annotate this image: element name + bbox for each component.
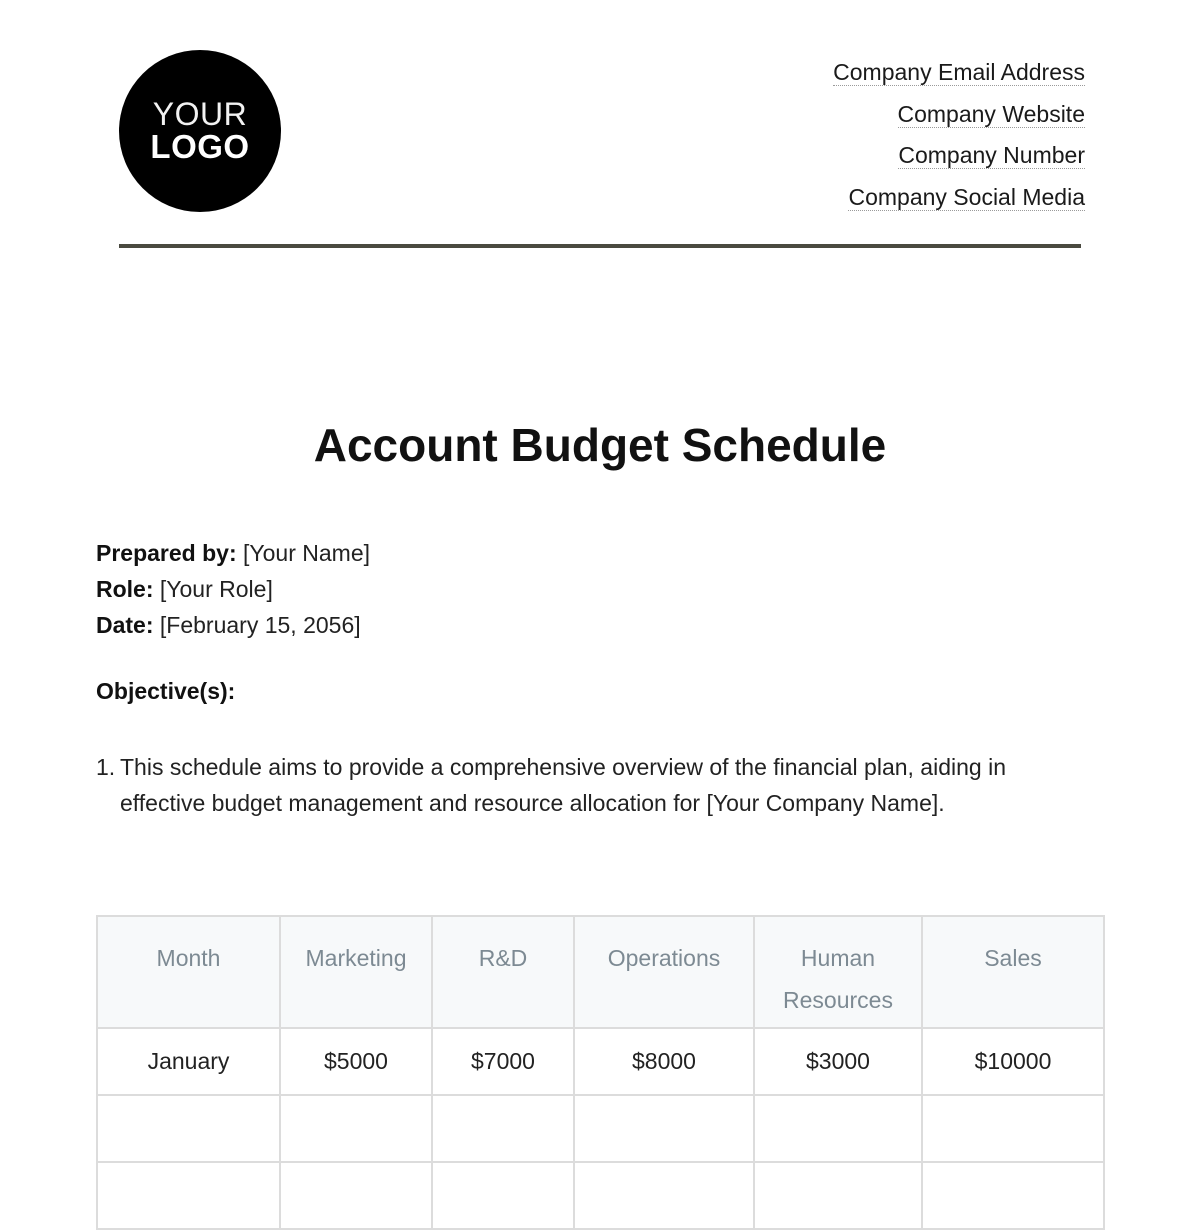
header-operations: Operations: [573, 915, 755, 1029]
objective-item: 1. This schedule aims to provide a compr…: [96, 749, 1076, 821]
cell-operations: [573, 1094, 755, 1163]
company-contact-block: Company Email Address Company Website Co…: [833, 52, 1085, 218]
cell-rnd: [431, 1161, 575, 1230]
cell-sales: [921, 1094, 1105, 1163]
header-sales: Sales: [921, 915, 1105, 1029]
objective-text: This schedule aims to provide a comprehe…: [120, 754, 1006, 816]
cell-month: January: [96, 1027, 281, 1096]
header-marketing: Marketing: [279, 915, 433, 1029]
logo-line-2: LOGO: [150, 128, 250, 165]
header-divider: [119, 244, 1081, 248]
cell-marketing: $5000: [279, 1027, 433, 1096]
role-value: [Your Role]: [159, 576, 273, 602]
date-label: Date:: [96, 612, 154, 638]
prepared-by-value: [Your Name]: [243, 540, 370, 566]
header-month: Month: [96, 915, 281, 1029]
cell-marketing: [279, 1161, 433, 1230]
objective-number: 1.: [96, 754, 116, 780]
company-social-media: Company Social Media: [848, 183, 1085, 211]
logo-line-1: YOUR: [152, 96, 248, 132]
role-label: Role:: [96, 576, 154, 602]
cell-human-resources: [753, 1161, 923, 1230]
header-human-resources: Human Resources: [753, 915, 923, 1029]
table-row: January $5000 $7000 $8000 $3000 $10000: [96, 1027, 1105, 1096]
document-meta: Prepared by: [Your Name] Role: [Your Rol…: [96, 535, 370, 643]
cell-sales: $10000: [921, 1027, 1105, 1096]
document-title: Account Budget Schedule: [313, 419, 887, 471]
cell-operations: [573, 1161, 755, 1230]
company-website: Company Website: [897, 100, 1085, 128]
cell-month: [96, 1161, 281, 1230]
company-number: Company Number: [898, 142, 1085, 169]
cell-sales: [921, 1161, 1105, 1230]
cell-marketing: [279, 1094, 433, 1163]
cell-human-resources: [753, 1094, 923, 1163]
company-email: Company Email Address: [833, 59, 1085, 86]
prepared-by-label: Prepared by:: [96, 540, 237, 566]
cell-rnd: [431, 1094, 575, 1163]
objectives-heading: Objective(s):: [96, 678, 236, 704]
objectives-list: 1. This schedule aims to provide a compr…: [96, 749, 1076, 821]
cell-operations: $8000: [573, 1027, 755, 1096]
table-row: [96, 1161, 1105, 1230]
company-logo: YOUR LOGO: [119, 50, 281, 212]
date-value: [February 15, 2056]: [159, 612, 361, 638]
date-row: Date: [February 15, 2056]: [96, 607, 370, 643]
prepared-by-row: Prepared by: [Your Name]: [96, 535, 370, 571]
cell-human-resources: $3000: [753, 1027, 923, 1096]
header-rnd: R&D: [431, 915, 575, 1029]
table-header-row: Month Marketing R&D Operations Human Res…: [96, 915, 1105, 1029]
table-row: [96, 1094, 1105, 1163]
cell-rnd: $7000: [431, 1027, 575, 1096]
budget-table: Month Marketing R&D Operations Human Res…: [96, 915, 1105, 1230]
cell-month: [96, 1094, 281, 1163]
role-row: Role: [Your Role]: [96, 571, 370, 607]
